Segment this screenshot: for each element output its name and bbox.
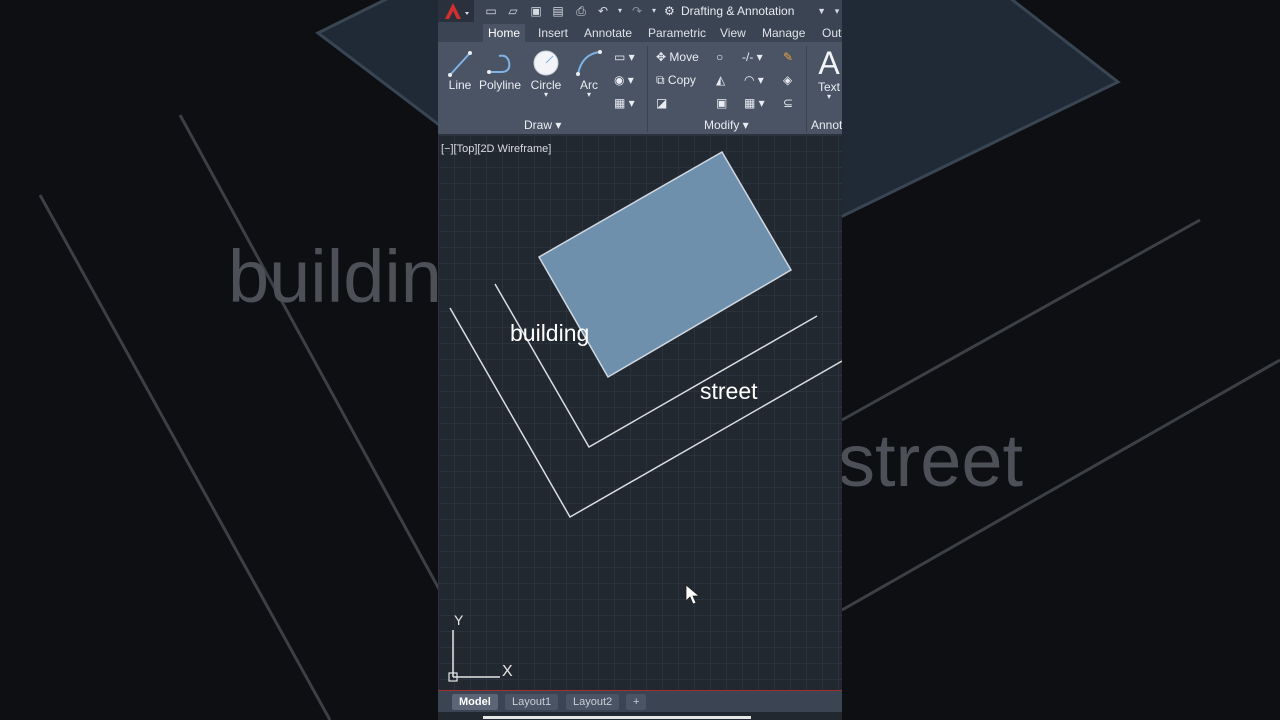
polyline-button[interactable]: Polyline [478,48,522,92]
tab-insert[interactable]: Insert [533,24,573,42]
explode-icon[interactable]: ◈ [783,73,792,87]
autocad-window: ▭ ▱ ▣ ▤ ⎙ ↶ ▾ ↷ ▾ ⚙ Drafting & Annotatio… [438,0,842,720]
region-icon[interactable]: ▦ ▾ [614,96,635,110]
workspace-label: Drafting & Annotation [681,4,795,18]
arc-dropdown-icon[interactable]: ▾ [574,91,604,99]
copy-icon: ⧉ [656,73,665,87]
layout-tabs: Model Layout1 Layout2 + [438,690,842,713]
ucs-icon: Y X [448,612,513,682]
tab-output[interactable]: Out [817,24,842,42]
print-icon[interactable]: ⎙ [574,4,588,18]
application-menu-button[interactable] [438,0,474,22]
drawing-viewport[interactable]: [−][Top][2D Wireframe] building street Y… [438,135,842,690]
customize-qat-icon[interactable]: ▾ [830,4,842,18]
copy-label: Copy [667,73,696,87]
text-button[interactable]: A Text ▾ [816,45,842,101]
bg-building-text: buildin [228,235,442,318]
annotation-panel-label[interactable]: Annot [811,118,842,132]
quick-access-toolbar: ▭ ▱ ▣ ▤ ⎙ ↶ ▾ ↷ ▾ ⚙ Drafting & Annotatio… [438,0,842,23]
ucs-y-label: Y [454,612,464,628]
redo-dropdown-icon[interactable]: ▾ [647,4,661,18]
draw-panel-title: Draw [524,118,553,132]
modify-panel-title: Modify [704,118,740,132]
array-icon[interactable]: ▦ ▾ [744,96,765,110]
erase-icon[interactable]: ✎ [783,50,793,64]
ucs-x-label: X [502,663,513,680]
copy-button[interactable]: ⧉ Copy [656,73,696,88]
workspace-switcher[interactable]: ⚙ Drafting & Annotation ▼ [662,2,828,20]
arc-button[interactable]: Arc ▾ [574,48,604,99]
line-label: Line [448,78,472,92]
line-button[interactable]: Line [446,48,474,92]
rotate-icon[interactable]: ○ [716,50,723,64]
offset-icon[interactable]: ⊆ [783,96,793,110]
tab-home[interactable]: Home [483,24,526,42]
trim-icon[interactable]: -/- ▾ [742,50,763,64]
ribbon-tabs: Home Insert Annotate Parametric View Man… [438,22,842,42]
new-layout-button[interactable]: + [626,694,647,710]
tab-annotate[interactable]: Annotate [579,24,637,42]
text-icon: A [818,45,840,81]
new-icon[interactable]: ▭ [484,4,498,18]
mouse-cursor-icon [685,584,701,605]
tab-manage[interactable]: Manage [757,24,810,42]
scale-icon[interactable]: ▣ [716,96,727,110]
text-dropdown-icon[interactable]: ▾ [816,93,842,101]
mirror-icon[interactable]: ◭ [716,73,725,87]
undo-icon[interactable]: ↶ [596,4,610,18]
panel-divider [647,46,648,132]
horizontal-scrollbar[interactable] [483,716,751,719]
save-icon[interactable]: ▣ [529,4,543,18]
draw-panel-label[interactable]: Draw ▾ [524,118,561,132]
circle-icon [533,50,559,76]
tab-model[interactable]: Model [452,694,498,710]
circle-dropdown-icon[interactable]: ▾ [530,91,562,99]
tab-layout2[interactable]: Layout2 [566,694,620,710]
modify-panel-label[interactable]: Modify ▾ [704,118,749,132]
chevron-down-icon: ▼ [817,6,826,16]
ribbon-panel: Line Polyline Circle ▾ Arc ▾ ▭ ▾ ◉ ▾ ▦ ▾… [438,42,842,135]
line-icon [448,51,472,77]
move-button[interactable]: ✥ Move [656,50,699,64]
save-as-icon[interactable]: ▤ [551,4,565,18]
autocad-logo-icon [445,3,469,19]
street-label[interactable]: street [700,378,758,404]
panel-divider [806,46,807,132]
stretch-icon[interactable]: ◪ [656,96,667,110]
building-label[interactable]: building [510,320,589,346]
fillet-icon[interactable]: ◠ ▾ [744,73,764,87]
tab-view[interactable]: View [715,24,751,42]
tab-layout1[interactable]: Layout1 [505,694,559,710]
circle-button[interactable]: Circle ▾ [530,48,562,99]
polyline-label: Polyline [478,78,522,92]
polyline-icon [487,54,511,74]
undo-dropdown-icon[interactable]: ▾ [613,4,627,18]
open-icon[interactable]: ▱ [506,4,520,18]
drawing-canvas[interactable]: building street Y X [438,135,842,690]
move-label: Move [669,50,699,64]
redo-icon[interactable]: ↷ [630,4,644,18]
move-icon: ✥ [656,50,667,64]
bg-street-text: street [838,419,1024,502]
rectangle-icon[interactable]: ▭ ▾ [614,50,635,64]
arc-icon [576,50,602,76]
tab-parametric[interactable]: Parametric [643,24,711,42]
gear-icon: ⚙ [664,4,675,18]
hatch-icon[interactable]: ◉ ▾ [614,73,634,87]
